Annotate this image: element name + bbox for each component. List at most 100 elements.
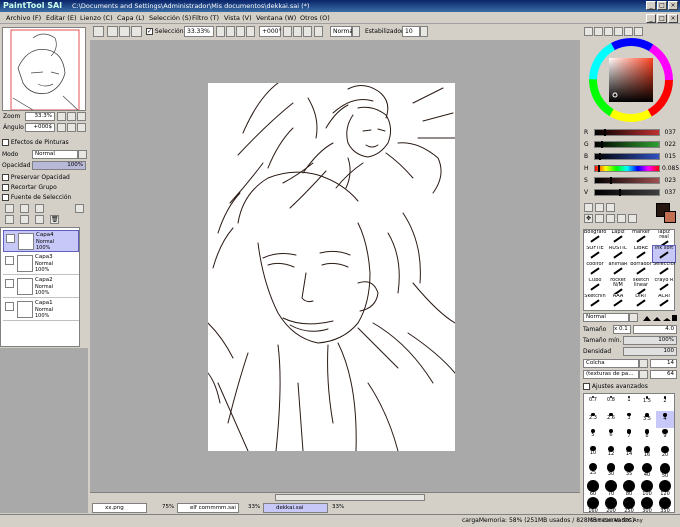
doc-tab-elf[interactable]: elf commmm.sai <box>177 503 239 513</box>
new-folder-icon[interactable] <box>35 204 44 213</box>
color-wheel[interactable] <box>588 37 674 123</box>
brush-size-cell[interactable]: 9 <box>656 428 674 445</box>
brush-item-coolfor[interactable]: coolfor <box>584 262 606 278</box>
brush-size-cell[interactable]: 0.8 <box>602 394 620 411</box>
color-slider-marker[interactable] <box>618 189 621 196</box>
swatch-icon[interactable] <box>624 27 633 36</box>
rotate-reset-button[interactable] <box>303 26 312 37</box>
brush-item-sketch-linear[interactable]: sketch linear <box>630 278 652 294</box>
rotate-right-button[interactable] <box>293 26 302 37</box>
menu-capa[interactable]: Capa (L) <box>115 12 146 24</box>
color-slider-track[interactable] <box>594 189 660 196</box>
brush-item-lapiz[interactable]: Lapiz <box>607 230 629 246</box>
layer-mode-dropdown-icon[interactable] <box>78 150 87 159</box>
move-tool-icon[interactable]: ✥ <box>584 214 593 223</box>
close-button[interactable]: × <box>668 1 678 10</box>
menu-editar[interactable]: Editar (E) <box>44 12 79 24</box>
selection-source-row[interactable]: Fuente de Selección <box>2 193 71 203</box>
doc-tab-xx[interactable]: xx.png <box>92 503 147 513</box>
merge-down-icon[interactable] <box>20 215 29 224</box>
brush-item-lapiz-real[interactable]: lapiz real <box>653 230 675 246</box>
selection-toggle[interactable]: ✓ Selección <box>146 26 184 37</box>
color-slider-g[interactable]: G 022 <box>582 140 678 150</box>
brush-size-cell[interactable]: 100 <box>638 479 656 497</box>
brush-size-cell[interactable]: 2 <box>656 394 674 411</box>
brush-size-cell[interactable]: 20 <box>656 445 674 462</box>
canvas-area[interactable] <box>90 40 580 502</box>
navigator-zoom-in-button[interactable] <box>67 112 76 121</box>
navigator-rotate-reset-button[interactable] <box>77 123 86 132</box>
color-slider-track[interactable] <box>594 129 660 136</box>
color-slider-track[interactable] <box>594 153 660 160</box>
doc-minimize-button[interactable]: _ <box>646 14 656 23</box>
color-slider-track[interactable] <box>594 141 660 148</box>
brush-mode-dropdown-icon[interactable] <box>629 313 638 322</box>
maximize-button[interactable]: □ <box>657 1 667 10</box>
brush-size-cell[interactable]: 5 <box>584 428 602 445</box>
color-slider-track[interactable] <box>594 177 660 184</box>
texture1-select[interactable]: Colcha <box>583 359 639 368</box>
scratchpad-icon[interactable] <box>634 27 643 36</box>
brush-size-cell[interactable]: 2.6 <box>602 411 620 428</box>
menu-seleccion[interactable]: Selección (S) <box>147 12 193 24</box>
brush-item-cubo[interactable]: Cubo <box>584 278 606 294</box>
brush-size-cell[interactable]: 10 <box>584 445 602 462</box>
brush-shape-buttons[interactable] <box>641 314 677 322</box>
brush-item-bol-grafo[interactable]: Bolígrafo <box>584 230 606 246</box>
menu-archivo[interactable]: Archivo (F) <box>4 12 43 24</box>
brush-size-cell[interactable]: 120 <box>656 479 674 497</box>
minimize-button[interactable]: _ <box>646 1 656 10</box>
navigator-rotate-left-button[interactable] <box>57 123 66 132</box>
color-slider-v[interactable]: V 037 <box>582 188 678 198</box>
menu-otros[interactable]: Otros (O) <box>298 12 332 24</box>
rotate-left-button[interactable] <box>283 26 292 37</box>
select-tool-icon[interactable] <box>584 203 593 212</box>
brush-item-dirt[interactable]: DIRT <box>630 294 652 310</box>
eye-icon[interactable] <box>5 256 14 265</box>
menu-filtro[interactable]: Filtro (T) <box>190 12 221 24</box>
magic-wand-tool-icon[interactable] <box>606 203 615 212</box>
navigator-preview[interactable] <box>2 27 86 111</box>
brush-min-size-slider[interactable]: 100% <box>623 336 677 345</box>
preserve-opacity-row[interactable]: Preservar Opacidad <box>2 173 70 183</box>
hsv-slider-icon[interactable] <box>604 27 613 36</box>
flip-button[interactable] <box>314 26 323 37</box>
brush-size-cell[interactable]: 250 <box>620 496 638 512</box>
rotate-tool-icon[interactable] <box>606 214 615 223</box>
brush-size-cell[interactable]: 1 <box>620 394 638 411</box>
brush-size-cell[interactable]: 300 <box>638 496 656 512</box>
brush-item-acri[interactable]: ACRI <box>653 294 675 310</box>
brush-size-cell[interactable]: 80 <box>620 479 638 497</box>
toolbar-clear-button[interactable] <box>131 26 142 37</box>
doc-tab-dekkai[interactable]: dekkai.sai <box>263 503 328 513</box>
brush-size-cell[interactable]: 200 <box>602 496 620 512</box>
advanced-settings-row[interactable]: Ajustes avanzados <box>583 382 677 392</box>
rgb-slider-icon[interactable] <box>594 27 603 36</box>
color-slider-marker[interactable] <box>600 141 603 148</box>
selection-source-checkbox[interactable] <box>2 194 9 201</box>
brush-size-slider[interactable]: 4.0 <box>633 325 677 334</box>
color-mixer-icon[interactable] <box>614 27 623 36</box>
brush-item-aaa[interactable]: AAA <box>607 294 629 310</box>
color-slider-marker[interactable] <box>598 165 601 172</box>
color-wheel-icon[interactable] <box>584 27 593 36</box>
brush-item-borrador[interactable]: borrador <box>630 262 652 278</box>
brush-mode-select[interactable]: Normal <box>583 313 629 322</box>
brush-size-cell[interactable]: 160 <box>584 496 602 512</box>
advanced-settings-toggle[interactable] <box>583 383 590 390</box>
layer-item-capa4[interactable]: Capa4 Normal 100% <box>3 230 79 252</box>
effects-row[interactable]: Efectos de Pinturas <box>2 138 86 148</box>
doc-maximize-button[interactable]: □ <box>657 14 667 23</box>
preserve-opacity-checkbox[interactable] <box>2 174 9 181</box>
menu-vista[interactable]: Vista (V) <box>222 12 254 24</box>
menu-lienzo[interactable]: Lienzo (C) <box>78 12 115 24</box>
brush-size-cell[interactable]: 1.5 <box>638 394 656 411</box>
color-slider-marker[interactable] <box>604 129 607 136</box>
brush-item-rustic[interactable]: RUSTIC <box>607 246 629 262</box>
brush-size-cell[interactable]: 350 <box>656 496 674 512</box>
brush-size-cell[interactable]: 30 <box>602 462 620 479</box>
zoom-in-button[interactable] <box>226 26 235 37</box>
brush-item-libre[interactable]: LIBRE <box>630 246 652 262</box>
brush-size-multiplier[interactable]: x 0.1 <box>613 325 631 334</box>
delete-layer-icon[interactable]: 🗑 <box>50 215 59 224</box>
